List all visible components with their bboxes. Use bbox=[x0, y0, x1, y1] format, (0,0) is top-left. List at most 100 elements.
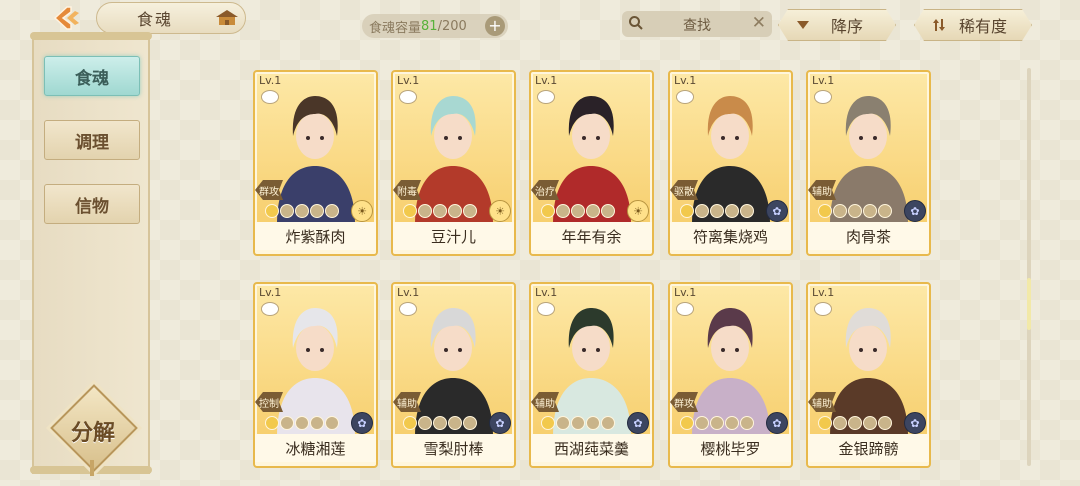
tab-tokens[interactable]: 信物 bbox=[44, 184, 140, 224]
flower-element-icon: ✿ bbox=[627, 412, 649, 434]
chat-bubble-icon bbox=[676, 90, 694, 104]
sort-order-label: 降序 bbox=[830, 17, 863, 36]
star-icon bbox=[740, 204, 754, 218]
star-icon bbox=[601, 416, 615, 430]
food-soul-name: 炸紫酥肉 bbox=[255, 222, 376, 250]
home-icon[interactable] bbox=[214, 8, 240, 32]
star-icon bbox=[280, 416, 294, 430]
decompose-button[interactable]: 分解 bbox=[50, 384, 138, 476]
descending-icon bbox=[793, 20, 813, 30]
star-icon bbox=[818, 204, 832, 218]
star-icon bbox=[556, 416, 570, 430]
decompose-label: 分解 bbox=[70, 420, 115, 446]
food-soul-card[interactable]: Lv.1 附毒 ☀ 豆汁儿 bbox=[391, 70, 516, 256]
food-soul-name: 符离集烧鸡 bbox=[670, 222, 791, 250]
star-rating bbox=[680, 416, 754, 430]
star-icon bbox=[740, 416, 754, 430]
scrollbar-thumb[interactable] bbox=[1027, 278, 1031, 330]
star-icon bbox=[878, 416, 892, 430]
level-label: Lv.1 bbox=[812, 286, 835, 299]
capacity-current: 81 bbox=[421, 18, 438, 34]
level-label: Lv.1 bbox=[259, 286, 282, 299]
food-soul-name: 西湖莼菜羹 bbox=[531, 434, 652, 462]
star-icon bbox=[571, 416, 585, 430]
star-icon bbox=[310, 416, 324, 430]
level-label: Lv.1 bbox=[535, 74, 558, 87]
star-icon bbox=[556, 204, 570, 218]
star-icon bbox=[403, 416, 417, 430]
tab-food-souls-label: 食魂 bbox=[75, 68, 109, 89]
search-input[interactable]: 查找 bbox=[622, 15, 772, 35]
star-icon bbox=[403, 204, 417, 218]
star-icon bbox=[310, 204, 324, 218]
back-button[interactable] bbox=[46, 2, 90, 34]
chat-bubble-icon bbox=[261, 90, 279, 104]
food-soul-card[interactable]: Lv.1 治疗 ☀ 年年有余 bbox=[529, 70, 654, 256]
capacity-add-button[interactable]: + bbox=[485, 16, 505, 36]
food-soul-card[interactable]: Lv.1 驱散 ✿ 符离集烧鸡 bbox=[668, 70, 793, 256]
star-icon bbox=[433, 416, 447, 430]
star-icon bbox=[463, 416, 477, 430]
star-icon bbox=[833, 204, 847, 218]
sort-rarity-button[interactable]: 稀有度 bbox=[914, 9, 1032, 41]
star-icon bbox=[265, 204, 279, 218]
star-rating bbox=[265, 416, 339, 430]
search-box[interactable]: 查找 ✕ bbox=[622, 11, 772, 37]
food-soul-card[interactable]: Lv.1 辅助 ✿ 金银蹄髈 bbox=[806, 282, 931, 468]
food-soul-card[interactable]: Lv.1 群攻 ☀ 炸紫酥肉 bbox=[253, 70, 378, 256]
star-icon bbox=[463, 204, 477, 218]
page-title: 食魂 bbox=[137, 10, 174, 29]
food-soul-card[interactable]: Lv.1 辅助 ✿ 雪梨肘棒 bbox=[391, 282, 516, 468]
star-icon bbox=[265, 416, 279, 430]
flower-element-icon: ✿ bbox=[904, 412, 926, 434]
back-arrow-icon bbox=[53, 6, 79, 30]
star-icon bbox=[571, 204, 585, 218]
star-icon bbox=[541, 204, 555, 218]
sun-element-icon: ☀ bbox=[627, 200, 649, 222]
grid-scrollbar[interactable] bbox=[1027, 68, 1031, 466]
star-icon bbox=[433, 204, 447, 218]
level-label: Lv.1 bbox=[674, 286, 697, 299]
tab-food-souls[interactable]: 食魂 bbox=[44, 56, 140, 96]
star-icon bbox=[710, 416, 724, 430]
star-icon bbox=[325, 416, 339, 430]
flower-element-icon: ✿ bbox=[766, 200, 788, 222]
chat-bubble-icon bbox=[399, 302, 417, 316]
food-soul-card[interactable]: Lv.1 群攻 ✿ 樱桃毕罗 bbox=[668, 282, 793, 468]
star-icon bbox=[848, 416, 862, 430]
tab-conditioning[interactable]: 调理 bbox=[44, 120, 140, 160]
star-icon bbox=[710, 204, 724, 218]
food-soul-card[interactable]: Lv.1 辅助 ✿ 肉骨茶 bbox=[806, 70, 931, 256]
star-icon bbox=[863, 416, 877, 430]
star-icon bbox=[418, 416, 432, 430]
level-label: Lv.1 bbox=[674, 74, 697, 87]
clear-icon[interactable]: ✕ bbox=[752, 13, 766, 33]
star-icon bbox=[295, 204, 309, 218]
sidebar-cap-top bbox=[30, 32, 152, 40]
star-rating bbox=[818, 416, 892, 430]
star-rating bbox=[403, 204, 477, 218]
food-soul-name: 豆汁儿 bbox=[393, 222, 514, 250]
star-icon bbox=[695, 204, 709, 218]
food-soul-card[interactable]: Lv.1 辅助 ✿ 西湖莼菜羹 bbox=[529, 282, 654, 468]
food-soul-name: 冰糖湘莲 bbox=[255, 434, 376, 462]
star-icon bbox=[680, 416, 694, 430]
star-icon bbox=[833, 416, 847, 430]
chat-bubble-icon bbox=[676, 302, 694, 316]
sort-order-button[interactable]: 降序 bbox=[778, 9, 896, 41]
star-rating bbox=[541, 204, 615, 218]
star-rating bbox=[403, 416, 477, 430]
chat-bubble-icon bbox=[399, 90, 417, 104]
chat-bubble-icon bbox=[261, 302, 279, 316]
food-soul-name: 金银蹄髈 bbox=[808, 434, 929, 462]
star-rating bbox=[680, 204, 754, 218]
food-soul-card[interactable]: Lv.1 控制 ✿ 冰糖湘莲 bbox=[253, 282, 378, 468]
star-rating bbox=[265, 204, 339, 218]
flower-element-icon: ✿ bbox=[904, 200, 926, 222]
chat-bubble-icon bbox=[537, 302, 555, 316]
food-soul-name: 樱桃毕罗 bbox=[670, 434, 791, 462]
flower-element-icon: ✿ bbox=[351, 412, 373, 434]
level-label: Lv.1 bbox=[812, 74, 835, 87]
chat-bubble-icon bbox=[814, 90, 832, 104]
star-icon bbox=[586, 416, 600, 430]
